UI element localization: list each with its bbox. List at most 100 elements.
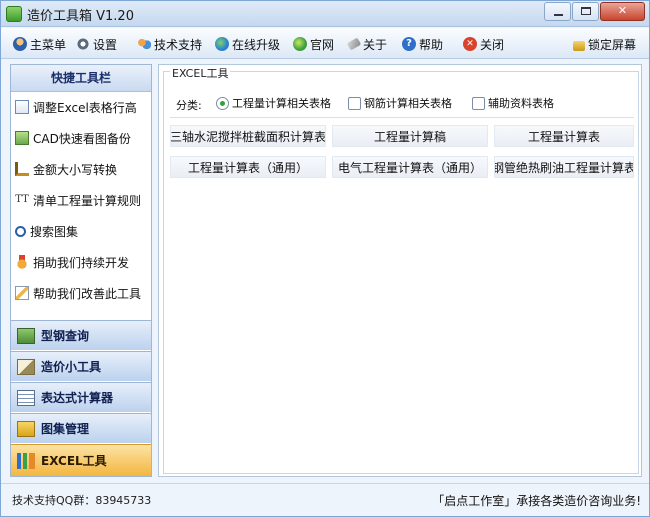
atlas-icon [17,420,35,437]
sidebar-item-label: 清单工程量计算规则 [33,193,142,208]
globe-icon [215,37,229,51]
settings-icon [76,37,90,51]
lock-screen-label: 锁定屏幕 [588,37,637,52]
category-option-label: 钢筋计算相关表格 [364,97,452,110]
lock-screen-button[interactable]: 锁定屏幕 [573,34,636,54]
maximize-button[interactable] [572,2,599,21]
tool-pipe-insulation[interactable]: 钢管绝热刷油工程量计算表 [494,156,634,178]
tool-quantity-table-general[interactable]: 工程量计算表（通用） [170,156,326,178]
divider [170,117,634,118]
sidebar-item-cad-backup[interactable]: CAD快速看图备份 [11,127,151,149]
category-rebar-tables[interactable]: 钢筋计算相关表格 [348,95,452,111]
checkbox[interactable] [348,96,361,110]
excel-chart-icon [17,452,35,469]
section-label: 图集管理 [41,422,90,436]
website-icon [293,37,307,51]
menu-about-label: 关于 [363,37,388,52]
window-controls: ✕ [543,2,645,21]
sidebar-item-amount-convert[interactable]: 金额大小写转换 [11,158,151,180]
sidebar-item-quantity-rules[interactable]: TT 清单工程量计算规则 [11,189,151,211]
pencil-icon [15,286,29,300]
sidebar-header: 快捷工具栏 [11,65,151,92]
tag-icon [346,37,362,51]
sidebar-item-feedback[interactable]: 帮助我们改善此工具 [11,282,151,304]
tool-label: 电气工程量计算表（通用） [337,160,482,175]
document-icon [15,100,29,114]
text-icon: TT [15,194,29,205]
tool-cement-pile-area[interactable]: 三轴水泥搅拌桩截面积计算表 [170,125,326,147]
category-reference-tables[interactable]: 辅助资料表格 [472,95,554,111]
menu-close[interactable]: ✕ 关闭 [463,34,504,54]
menu-support[interactable]: 技术支持 [137,34,202,54]
title-bar[interactable]: 造价工具箱 V1.20 ✕ [1,1,649,27]
menu-update-label: 在线升级 [232,37,281,52]
main-panel: EXCEL工具 分类: 工程量计算相关表格 钢筋计算相关表格 辅助资料表格 三轴… [158,64,642,477]
tool-label: 三轴水泥搅拌桩截面积计算表 [170,129,326,144]
app-icon [6,6,22,22]
quick-toolbar-sidebar: 快捷工具栏 调整Excel表格行高 CAD快速看图备份 金额大小写转换 TT 清… [10,64,152,477]
menu-website-label: 官网 [310,37,335,52]
menu-update[interactable]: 在线升级 [215,34,280,54]
tool-label: 工程量计算稿 [373,129,446,144]
tool-quantity-draft[interactable]: 工程量计算稿 [332,125,488,147]
minimize-button[interactable] [544,2,571,21]
menu-settings[interactable]: 设置 [76,34,117,54]
sidebar-item-donate[interactable]: 捐助我们持续开发 [11,251,151,273]
menu-bar: 主菜单 设置 技术支持 在线升级 官网 关于 ? 帮助 ✕ 关闭 锁定屏幕 [1,28,649,59]
menu-support-label: 技术支持 [154,37,203,52]
sidebar-item-excel-row-height[interactable]: 调整Excel表格行高 [11,96,151,118]
studio-slogan-text: 「启点工作室」承接各类造价咨询业务! [432,494,641,508]
search-icon [15,225,26,237]
section-label: 表达式计算器 [41,391,114,405]
menu-website[interactable]: 官网 [293,34,334,54]
menu-close-label: 关闭 [480,37,505,52]
category-label: 分类: [176,99,202,112]
cad-icon [15,131,29,145]
medal-icon [15,255,29,269]
sidebar-item-label: 调整Excel表格行高 [33,100,137,115]
menu-about[interactable]: 关于 [346,34,388,54]
category-quantity-tables[interactable]: 工程量计算相关表格 [216,95,331,111]
steel-icon [17,327,35,344]
tool-quantity-table[interactable]: 工程量计算表 [494,125,634,147]
sidebar-item-label: 捐助我们持续开发 [33,255,130,270]
section-label: 造价小工具 [41,360,102,374]
section-steel-query[interactable]: 型钢查询 [11,320,151,350]
close-window-button[interactable]: ✕ [600,2,645,21]
sidebar-item-search-atlas[interactable]: 搜索图集 [11,220,151,242]
excel-tools-group: EXCEL工具 分类: 工程量计算相关表格 钢筋计算相关表格 辅助资料表格 三轴… [163,65,639,474]
status-bar: 技术支持QQ群：83945733 「启点工作室」承接各类造价咨询业务! [1,483,649,516]
section-atlas-management[interactable]: 图集管理 [11,413,151,443]
tool-label: 钢管绝热刷油工程量计算表 [494,160,634,175]
sidebar-item-label: CAD快速看图备份 [33,131,131,146]
sidebar-item-label: 搜索图集 [30,224,79,239]
tool-electrical-quantity[interactable]: 电气工程量计算表（通用） [332,156,488,178]
sidebar-item-label: 金额大小写转换 [33,162,118,177]
support-icon [137,37,151,51]
sidebar-item-label: 帮助我们改善此工具 [33,286,142,301]
ruler-icon [15,162,29,176]
radio-button[interactable] [216,96,229,110]
close-icon: ✕ [617,4,628,17]
user-icon [13,37,27,51]
menu-help[interactable]: ? 帮助 [402,34,443,54]
category-option-label: 工程量计算相关表格 [232,97,331,110]
lock-icon [573,41,585,51]
support-qq-text: 技术支持QQ群：83945733 [12,494,152,507]
section-expression-calculator[interactable]: 表达式计算器 [11,382,151,412]
close-circle-icon: ✕ [463,37,477,51]
section-label: 型钢查询 [41,329,90,343]
window-title: 造价工具箱 V1.20 [27,9,134,24]
tool-label: 工程量计算表（通用） [187,160,308,175]
menu-help-label: 帮助 [419,37,444,52]
section-label: EXCEL工具 [41,454,107,468]
checkbox[interactable] [472,96,485,110]
section-excel-tools[interactable]: EXCEL工具 [11,444,151,476]
menu-main[interactable]: 主菜单 [13,34,66,54]
maximize-icon [581,7,591,15]
group-label: EXCEL工具 [170,65,231,81]
category-option-label: 辅助资料表格 [488,97,554,110]
menu-settings-label: 设置 [93,37,118,52]
section-cost-tools[interactable]: 造价小工具 [11,351,151,381]
help-icon: ? [402,37,416,51]
